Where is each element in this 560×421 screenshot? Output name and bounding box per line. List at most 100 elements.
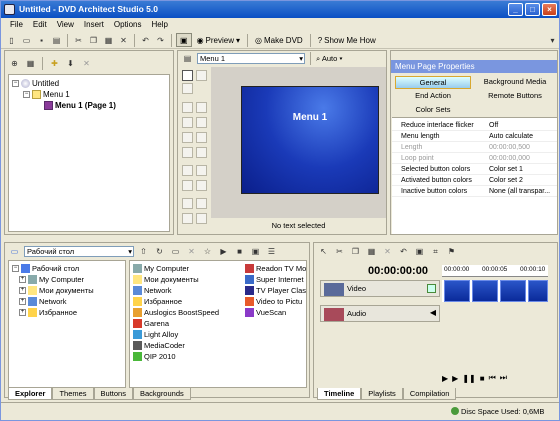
- undo-icon[interactable]: ↶: [397, 245, 410, 258]
- file-item[interactable]: QIP 2010: [133, 352, 241, 361]
- menu-options[interactable]: Options: [109, 18, 147, 32]
- video-clip[interactable]: [472, 280, 498, 302]
- property-value[interactable]: Color set 1: [489, 164, 555, 175]
- tree-menu-page[interactable]: Menu 1 (Page 1): [44, 101, 116, 110]
- video-clip[interactable]: [444, 280, 470, 302]
- refresh-icon[interactable]: ↻: [153, 245, 166, 258]
- tab-buttons[interactable]: Buttons: [93, 388, 133, 400]
- stop-preview-icon[interactable]: ■: [233, 245, 246, 258]
- preview-button[interactable]: ◉ Preview ▾: [194, 33, 243, 47]
- make-dvd-button[interactable]: ◎ Make DVD: [252, 33, 306, 47]
- folder-item[interactable]: + Избранное: [19, 308, 77, 317]
- maximize-button[interactable]: □: [525, 3, 540, 16]
- minimize-button[interactable]: _: [508, 3, 523, 16]
- align-top-icon[interactable]: [182, 117, 193, 128]
- tab-compilation[interactable]: Compilation: [402, 388, 457, 400]
- menu-canvas-title[interactable]: Menu 1: [242, 112, 378, 123]
- file-item[interactable]: Auslogics BoostSpeed: [133, 308, 241, 317]
- collapse-icon[interactable]: −: [12, 80, 19, 87]
- paste-icon[interactable]: ▦: [365, 245, 378, 258]
- collapse-icon[interactable]: −: [12, 265, 19, 272]
- properties-icon[interactable]: ▤: [50, 34, 63, 47]
- folder-item[interactable]: + My Computer: [19, 275, 84, 284]
- grid-view-icon[interactable]: ▣: [413, 245, 426, 258]
- snap-icon[interactable]: ⌗: [429, 245, 442, 258]
- cursor-icon[interactable]: ↖: [317, 245, 330, 258]
- file-item[interactable]: Избранное: [133, 297, 241, 306]
- marker-icon[interactable]: ⚑: [445, 245, 458, 258]
- property-row[interactable]: Activated button colors Color set 2: [392, 175, 557, 186]
- track-toggle-icon[interactable]: [427, 284, 436, 293]
- go-start-icon[interactable]: ⏮: [489, 373, 496, 383]
- close-button[interactable]: ×: [542, 3, 557, 16]
- delete-icon[interactable]: ✕: [185, 245, 198, 258]
- align-right-icon[interactable]: [196, 102, 207, 113]
- property-row[interactable]: Menu length Auto calculate: [392, 131, 557, 142]
- tab-timeline[interactable]: Timeline: [317, 388, 362, 400]
- pause-icon[interactable]: ❚❚: [462, 374, 475, 383]
- expand-icon[interactable]: +: [19, 287, 26, 294]
- zoom-select[interactable]: ⌕ Auto ▾: [316, 54, 343, 64]
- expand-icon[interactable]: +: [19, 276, 26, 283]
- file-item[interactable]: Readon TV Mo: [245, 264, 306, 273]
- remove-icon[interactable]: ✕: [80, 57, 93, 70]
- add-icon[interactable]: ✚: [48, 57, 61, 70]
- size-height-icon[interactable]: [196, 165, 207, 176]
- file-item[interactable]: Network: [133, 286, 241, 295]
- speaker-icon[interactable]: ◀: [430, 308, 436, 317]
- file-item[interactable]: Garena: [133, 319, 241, 328]
- copy-icon[interactable]: ❐: [87, 34, 100, 47]
- file-item[interactable]: VueScan: [245, 308, 306, 317]
- grid-tool-icon[interactable]: [182, 198, 193, 209]
- tab-remote-buttons[interactable]: Remote Buttons: [475, 90, 555, 103]
- save-icon[interactable]: ▪: [35, 34, 48, 47]
- align-left-icon[interactable]: [182, 102, 193, 113]
- show-me-how-button[interactable]: ? Show Me How: [315, 33, 379, 47]
- toolbar-options-icon[interactable]: ▾: [546, 34, 559, 47]
- tab-color-sets[interactable]: Color Sets: [395, 104, 471, 117]
- open-icon[interactable]: ▭: [20, 34, 33, 47]
- collapse-icon[interactable]: −: [23, 91, 30, 98]
- grid-snap-icon[interactable]: [196, 198, 207, 209]
- property-value[interactable]: None (all transpar...: [489, 186, 555, 197]
- new-folder-icon[interactable]: ▭: [169, 245, 182, 258]
- property-row[interactable]: Reduce interlace flicker Off: [392, 120, 557, 131]
- tab-backgrounds[interactable]: Backgrounds: [132, 388, 191, 400]
- delete-icon[interactable]: ✕: [117, 34, 130, 47]
- play-from-start-icon[interactable]: ▶: [442, 374, 448, 383]
- distribute-h-icon[interactable]: [182, 147, 193, 158]
- cut-icon[interactable]: ✂: [333, 245, 346, 258]
- go-end-icon[interactable]: ⏭: [500, 373, 507, 383]
- stop-icon[interactable]: ■: [480, 374, 485, 383]
- tree-menu[interactable]: − Menu 1: [23, 90, 70, 99]
- arrange-icon[interactable]: [182, 213, 193, 224]
- folder-item[interactable]: + Network: [19, 297, 67, 306]
- file-item[interactable]: Super Internet: [245, 275, 306, 284]
- file-item[interactable]: Video to Pictu: [245, 297, 306, 306]
- tab-explorer[interactable]: Explorer: [8, 388, 53, 400]
- property-value[interactable]: Color set 2: [489, 175, 555, 186]
- folder-item[interactable]: + Мои документы: [19, 286, 94, 295]
- menu-select[interactable]: Menu 1 ▾: [197, 53, 305, 64]
- undo-icon[interactable]: ↶: [139, 34, 152, 47]
- tab-general[interactable]: General: [395, 76, 471, 89]
- up-folder-icon[interactable]: ⇧: [137, 245, 150, 258]
- property-row[interactable]: Inactive button colors None (all transpar…: [392, 186, 557, 197]
- views-icon[interactable]: ☰: [265, 245, 278, 258]
- menu-file[interactable]: File: [5, 18, 28, 32]
- marquee-tool-icon[interactable]: [196, 70, 207, 81]
- menu-edit[interactable]: Edit: [28, 18, 52, 32]
- expand-icon[interactable]: +: [19, 298, 26, 305]
- select-tool-icon[interactable]: [182, 70, 193, 81]
- tab-end-action[interactable]: End Action: [395, 90, 471, 103]
- favorites-icon[interactable]: ☆: [201, 245, 214, 258]
- tab-background-media[interactable]: Background Media: [475, 76, 555, 89]
- move-down-icon[interactable]: ⬇: [64, 57, 77, 70]
- delete-icon[interactable]: ✕: [381, 245, 394, 258]
- menu-view[interactable]: View: [52, 18, 79, 32]
- file-item[interactable]: TV Player Clas: [245, 286, 306, 295]
- center-v-icon[interactable]: [196, 180, 207, 191]
- menu-help[interactable]: Help: [146, 18, 172, 32]
- file-item[interactable]: Мои документы: [133, 275, 241, 284]
- copy-icon[interactable]: ❐: [349, 245, 362, 258]
